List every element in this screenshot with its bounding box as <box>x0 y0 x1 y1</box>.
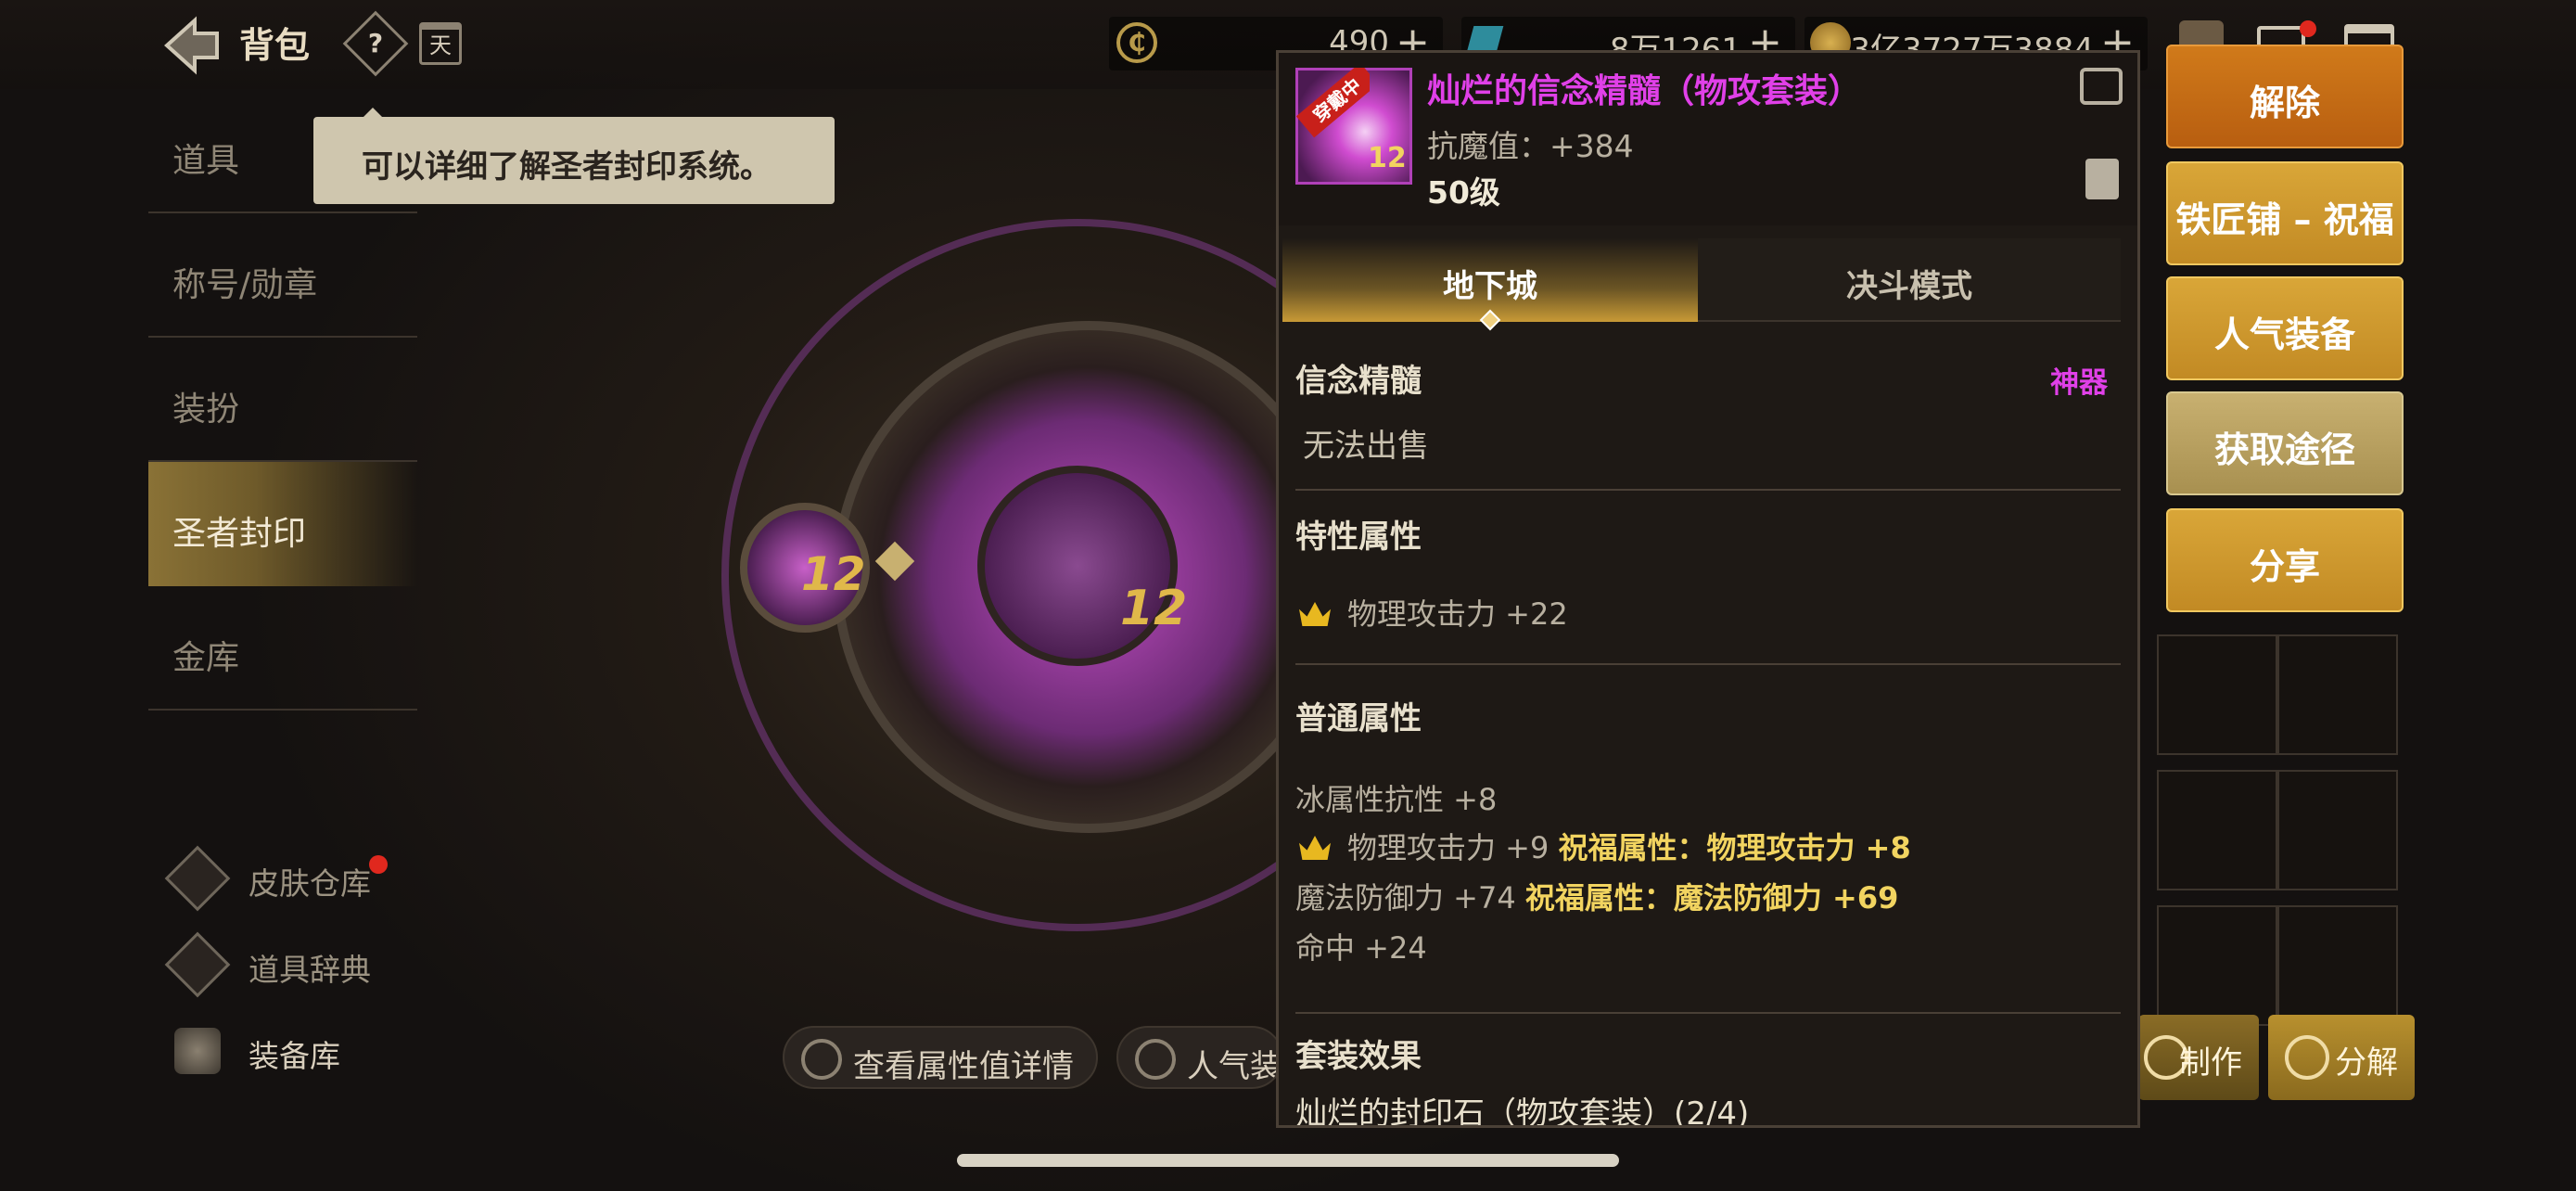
button-label: 分解 <box>2335 1044 2398 1082</box>
nav-label: 装扮 <box>172 391 240 429</box>
set-effect-title: 套装效果 <box>1295 1038 1422 1075</box>
back-arrow-icon[interactable] <box>159 13 224 78</box>
divider <box>1295 489 2121 491</box>
item-main-stat: 抗魔值：+384 <box>1427 128 1634 164</box>
lock-icon[interactable] <box>2085 159 2119 199</box>
equipped-badge: 穿戴中 <box>1295 68 1370 142</box>
special-attribute: 物理攻击力 +22 <box>1347 596 1568 632</box>
inventory-slot[interactable] <box>2277 770 2398 890</box>
tab-duel-mode[interactable]: 决斗模式 <box>1698 238 2121 322</box>
button-label: 铁匠铺 – 祝福 <box>2175 199 2394 240</box>
button-label: 分享 <box>2249 546 2320 587</box>
nav-label: 圣者封印 <box>172 515 307 553</box>
button-label: 查看属性值详情 <box>853 1048 1074 1085</box>
view-attribute-details-button[interactable]: 查看属性值详情 <box>783 1026 1098 1089</box>
tab-label: 地下城 <box>1443 268 1537 305</box>
share-button[interactable]: 分享 <box>2166 508 2404 612</box>
calendar-icon[interactable]: 天 <box>419 22 462 65</box>
coin-icon: ₵ <box>1116 22 1157 63</box>
blessing-attribute: 祝福属性：魔法防御力 +69 <box>1524 880 1899 916</box>
book-icon <box>164 931 231 998</box>
home-indicator[interactable] <box>957 1154 1619 1167</box>
gear-icon <box>801 1039 842 1080</box>
inventory-slot[interactable] <box>2157 770 2277 890</box>
tooltip-text: 可以详细了解圣者封印系统。 <box>362 148 772 186</box>
nav-label: 道具 <box>172 142 240 180</box>
equipment-storage-label: 装备库 <box>249 1038 340 1074</box>
attribute-magic-defense: 魔法防御力 +74 祝福属性：魔法防御力 +69 <box>1295 875 1898 917</box>
share-icon[interactable] <box>2080 68 2123 105</box>
help-tooltip: 可以详细了解圣者封印系统。 <box>313 108 835 204</box>
divider <box>1295 1012 2121 1014</box>
disassemble-button[interactable]: 分解 <box>2268 1015 2415 1100</box>
common-attributes-title: 普通属性 <box>1295 700 1422 737</box>
craft-button[interactable]: 制作 <box>2138 1015 2259 1100</box>
item-level: 50级 <box>1427 174 1500 211</box>
unequip-button[interactable]: 解除 <box>2166 45 2404 148</box>
seal-slot-level: 12 <box>801 547 866 601</box>
button-label: 获取途径 <box>2213 429 2355 470</box>
attribute-ice-resist: 冰属性抗性 +8 <box>1295 782 1498 817</box>
inventory-slot[interactable] <box>2277 634 2398 755</box>
question-icon: ? <box>367 28 384 58</box>
notification-dot <box>2300 20 2316 37</box>
button-label: 人气装备 <box>1187 1048 1282 1085</box>
item-detail-popup: 穿戴中 12 灿烂的信念精髓（物攻套装） 抗魔值：+384 50级 地下城 决斗… <box>1276 50 2140 1128</box>
item-type: 信念精髓 <box>1295 363 1422 400</box>
notification-dot <box>369 855 388 874</box>
inventory-slot[interactable] <box>2157 634 2277 755</box>
crown-icon <box>1299 602 1331 626</box>
nav-label: 金库 <box>172 639 240 677</box>
attribute-physical-attack: 物理攻击力 +9 祝福属性：物理攻击力 +8 <box>1347 825 1911 867</box>
swirl-icon <box>2285 1035 2329 1080</box>
item-dictionary-label: 道具辞典 <box>249 952 371 988</box>
special-attributes-title: 特性属性 <box>1295 519 1422 556</box>
tab-label: 决斗模式 <box>1846 268 1972 305</box>
attribute-hit: 命中 +24 <box>1295 930 1427 966</box>
skin-storage-label: 皮肤仓库 <box>249 865 371 902</box>
page-title: 背包 <box>239 25 311 66</box>
trade-restriction: 无法出售 <box>1303 428 1429 465</box>
item-name: 灿烂的信念精髓（物攻套装） <box>1427 72 1862 110</box>
set-name: 灿烂的封印石（物攻套装）(2/4) <box>1295 1095 1750 1128</box>
seal-core-level: 12 <box>1120 581 1188 636</box>
button-label: 解除 <box>2249 83 2320 123</box>
attribute-value: 魔法防御力 +74 <box>1295 880 1516 916</box>
sword-icon <box>1135 1039 1176 1080</box>
nav-item-costume[interactable]: 装扮 <box>148 338 417 462</box>
nav-label: 称号/勋章 <box>172 266 318 304</box>
equipped-badge-text: 穿戴中 <box>1295 68 1370 138</box>
blacksmith-bless-button[interactable]: 铁匠铺 – 祝福 <box>2166 161 2404 265</box>
button-label: 人气装备 <box>2213 314 2355 355</box>
divider <box>1295 663 2121 665</box>
nav-item-titles[interactable]: 称号/勋章 <box>148 213 417 338</box>
attribute-value: 物理攻击力 +9 <box>1347 830 1549 865</box>
item-rarity: 神器 <box>2050 366 2108 400</box>
popular-equipment-button[interactable]: 人气装备 <box>1116 1026 1283 1089</box>
nav-item-saint-seal[interactable]: 圣者封印 <box>148 462 417 586</box>
popular-equipment-action-button[interactable]: 人气装备 <box>2166 276 2404 380</box>
obtain-source-button[interactable]: 获取途径 <box>2166 391 2404 495</box>
inventory-slot[interactable] <box>2277 905 2398 1026</box>
item-icon-level: 12 <box>1368 142 1407 174</box>
blessing-attribute: 祝福属性：物理攻击力 +8 <box>1558 830 1911 865</box>
nav-item-vault[interactable]: 金库 <box>148 586 417 711</box>
crown-icon <box>1299 836 1331 860</box>
armor-icon <box>174 1028 221 1074</box>
brush-icon <box>164 845 231 912</box>
inventory-slot[interactable] <box>2157 905 2277 1026</box>
button-label: 制作 <box>2179 1044 2242 1082</box>
